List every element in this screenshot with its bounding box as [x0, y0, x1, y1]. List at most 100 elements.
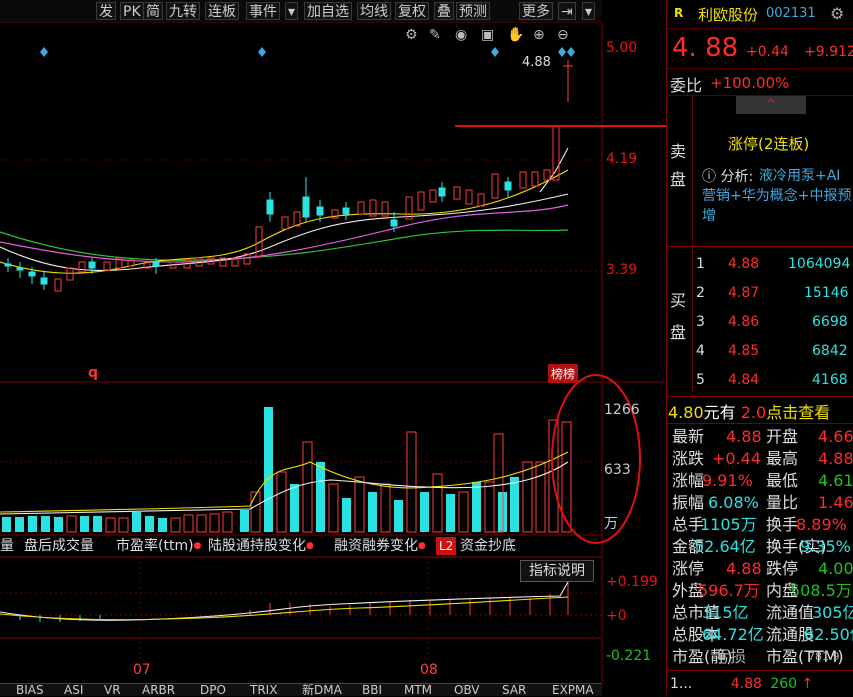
bid-row-4[interactable]: 4 4.85 6842 — [666, 337, 853, 366]
stat-row-limit: 涨停 4.88 跌停 4.00 — [672, 559, 853, 578]
toolbar-lianban-button[interactable]: 连板 — [205, 2, 239, 20]
indicator-tab-sar[interactable]: SAR — [502, 684, 526, 696]
month-label-08: 08 — [420, 662, 438, 678]
bid-row-2[interactable]: 2 4.87 15146 — [666, 279, 853, 308]
stats-divider — [666, 423, 853, 424]
indicator-tab-vr[interactable]: VR — [104, 684, 121, 696]
indicator-tab-bbi[interactable]: BBI — [362, 684, 382, 696]
stat-row-volume: 总手 1105万 换手 8.89% — [672, 515, 847, 534]
price-change: +0.44 — [746, 44, 789, 60]
price-axis-high: 5.00 — [606, 40, 638, 56]
toolbar-simple-button[interactable]: 简 — [143, 2, 163, 20]
orderbook-divider — [666, 246, 853, 247]
bid-row-1[interactable]: 1 4.88 1064094 — [666, 250, 853, 279]
toolbar-expand-icon[interactable]: ⇥ — [558, 2, 576, 20]
limit-up-status: 涨停(2连板) — [728, 135, 810, 153]
chart-area — [0, 22, 666, 683]
settings-icon[interactable]: ⚙ — [830, 4, 844, 23]
toolbar-add-watchlist-button[interactable]: 加自选 — [304, 2, 352, 20]
indicator-tab-dma[interactable]: 新DMA — [302, 684, 342, 696]
volume-axis-unit: 万 — [604, 516, 618, 532]
collapse-toggle[interactable]: ⌃ — [736, 96, 806, 114]
tabs-divider — [0, 557, 602, 558]
stat-row-amplitude: 振幅 6.08% 量比 1.46 — [672, 493, 853, 512]
indicator-lines — [0, 580, 602, 622]
ranking-badge[interactable]: 榜榜 — [548, 364, 579, 383]
highlight-ellipse — [551, 374, 641, 544]
tab-hk-connect[interactable]: 陆股通持股变化● — [208, 535, 314, 557]
toolbar-jiuzhuan-button[interactable]: 九转 — [166, 2, 200, 20]
header-divider — [666, 28, 853, 29]
indicator-tab-arbr[interactable]: ARBR — [142, 684, 175, 696]
indicator-tab-trix[interactable]: TRIX — [250, 684, 277, 696]
weibi-label: 委比 — [670, 76, 703, 95]
l2-badge[interactable]: L2 — [436, 537, 457, 555]
month-label-07: 07 — [133, 662, 151, 678]
chart-toolbar: 发 PK 简 九转 连板 事件 ▾ 加自选 均线 复权 叠 预测 更多 ⇥ ▾ — [0, 0, 602, 23]
toolbar-send-button[interactable]: 发 — [96, 2, 116, 20]
stat-row-pe: 市盈(静) 亏损 市盈(TTM) 781.9 — [672, 647, 844, 666]
price-axis-mid: 4.19 — [606, 151, 638, 167]
indicator-axis-high: +0.199 — [606, 574, 658, 590]
toolbar-overlay-button[interactable]: 叠 — [434, 2, 454, 20]
current-price-marker: 4.88 — [522, 55, 551, 70]
indicator-tab-obv[interactable]: OBV — [454, 684, 480, 696]
tab-margin-trading[interactable]: 融资融券变化● — [334, 535, 426, 557]
stock-code: 002131 — [766, 6, 816, 21]
indicator-axis-zero: +0 — [606, 608, 627, 624]
indicator-tab-dpo[interactable]: DPO — [200, 684, 226, 696]
volume-axis-high: 1266 — [604, 402, 640, 418]
tick-divider — [666, 670, 853, 671]
stat-row-outer-inner: 外盘 596.7万 内盘 508.5万 — [672, 581, 852, 600]
volume-bars — [0, 407, 572, 533]
weibi-value: +100.00% — [710, 74, 790, 92]
tab-after-hours-volume[interactable]: 盘后成交量 — [24, 535, 94, 557]
stat-row-change-pct: 涨幅 9.91% 最低 4.61 — [672, 471, 853, 490]
analysis-text[interactable]: 液冷用泵+AI营销+华为概念+中报预增 — [702, 166, 852, 226]
price-divider — [666, 68, 853, 69]
stock-name: 利欧股份 — [698, 6, 759, 24]
arrow-up-icon: ↑ — [801, 676, 814, 692]
tab-dot: ● — [306, 541, 314, 551]
last-trade-row: 1... 4.88 260 ↑ — [670, 676, 814, 692]
indicator-tab-mtm[interactable]: MTM — [404, 684, 432, 696]
chevron-up-icon: ⌃ — [765, 97, 777, 113]
toolbar-adjust-button[interactable]: 复权 — [395, 2, 429, 20]
stat-row-change: 涨跌 +0.44 最高 4.88 — [672, 449, 853, 468]
indicator-tab-asi[interactable]: ASI — [64, 684, 83, 696]
sell-side-label: 卖 盘 — [670, 142, 687, 189]
tab-fund-bottom[interactable]: 资金抄底 — [460, 535, 516, 557]
stat-row-market-cap: 总市值 315亿 流通值 305亿 — [672, 603, 853, 622]
q-label: q — [88, 365, 99, 381]
tab-dot: ● — [418, 541, 426, 551]
indicator-selector: BIAS ASI VR ARBR DPO TRIX 新DMA BBI MTM O… — [0, 683, 602, 696]
indicator-help-button[interactable]: 指标说明 — [520, 560, 594, 582]
stat-row-latest: 最新 4.88 开盘 4.66 — [672, 427, 853, 446]
indicator-tab-expma[interactable]: EXPMA — [552, 684, 594, 696]
toolbar-event-button[interactable]: 事件 — [246, 2, 280, 20]
toolbar-forecast-button[interactable]: 预测 — [456, 2, 490, 20]
indicator-tab-bias[interactable]: BIAS — [16, 684, 44, 696]
sell-divider-v — [692, 96, 693, 246]
quote-panel: R 利欧股份 002131 ⚙ 4. 88 +0.44 +9.912 委比 +1… — [666, 0, 853, 695]
stat-row-shares: 总股本64.72亿 流通股62.50亿 — [672, 625, 853, 644]
toolbar-more-dropdown[interactable]: ▾ — [582, 2, 596, 20]
toolbar-event-dropdown[interactable]: ▾ — [285, 2, 299, 20]
price-axis-low: 3.39 — [606, 262, 638, 278]
toolbar-ma-button[interactable]: 均线 — [357, 2, 391, 20]
toolbar-more-button[interactable]: 更多 — [519, 2, 553, 20]
stock-tag: R — [674, 6, 684, 20]
promo-link[interactable]: 4.80元有 2.0点击查看 — [668, 399, 830, 423]
tab-dot: ● — [193, 541, 202, 551]
price-change-pct: +9.912 — [804, 44, 853, 60]
last-price: 4. 88 — [672, 33, 739, 63]
bid-row-3[interactable]: 3 4.86 6698 — [666, 308, 853, 337]
event-markers[interactable] — [40, 47, 575, 57]
candlesticks — [4, 60, 573, 292]
tab-pe-ttm[interactable]: 市盈率(ttm)● — [116, 535, 201, 557]
tab-volume[interactable]: 量 — [0, 535, 14, 557]
bid-row-5[interactable]: 5 4.84 4168 — [666, 366, 853, 395]
promo-divider — [666, 396, 853, 397]
toolbar-pk-button[interactable]: PK — [120, 2, 144, 20]
indicator-axis-low: -0.221 — [606, 648, 652, 664]
